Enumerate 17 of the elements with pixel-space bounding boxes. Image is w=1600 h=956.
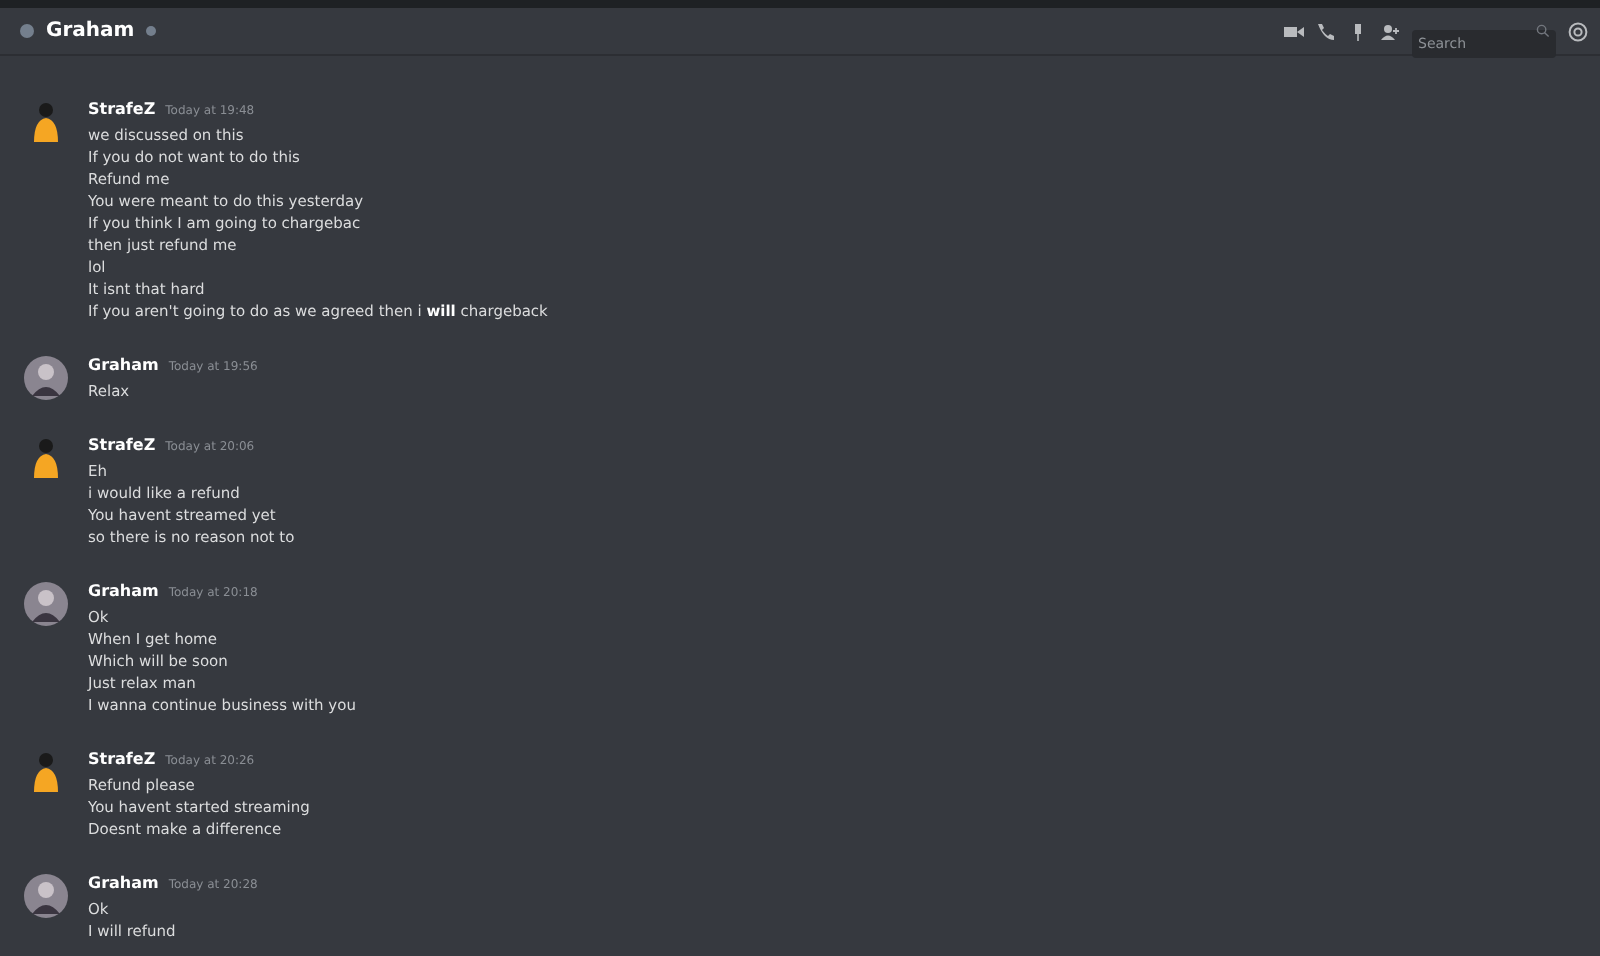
author-name[interactable]: StrafeZ	[88, 436, 156, 454]
author-name[interactable]: Graham	[88, 582, 159, 600]
mention-icon[interactable]	[1568, 21, 1588, 41]
avatar-circle-icon	[24, 874, 68, 918]
avatar-circle-icon	[24, 582, 68, 626]
search-icon	[1536, 24, 1550, 38]
author-name[interactable]: Graham	[88, 874, 159, 892]
avatar-circle-icon	[24, 356, 68, 400]
author-name[interactable]: StrafeZ	[88, 100, 156, 118]
add-friend-icon[interactable]	[1380, 21, 1400, 41]
status-icon	[20, 24, 34, 38]
video-camera-icon[interactable]	[1284, 21, 1304, 41]
status-dot-icon	[146, 26, 157, 36]
author-name[interactable]: Graham	[88, 356, 159, 374]
author-name[interactable]: StrafeZ	[88, 750, 156, 768]
phone-icon[interactable]	[1316, 21, 1336, 41]
channel-title: Graham	[46, 20, 135, 42]
